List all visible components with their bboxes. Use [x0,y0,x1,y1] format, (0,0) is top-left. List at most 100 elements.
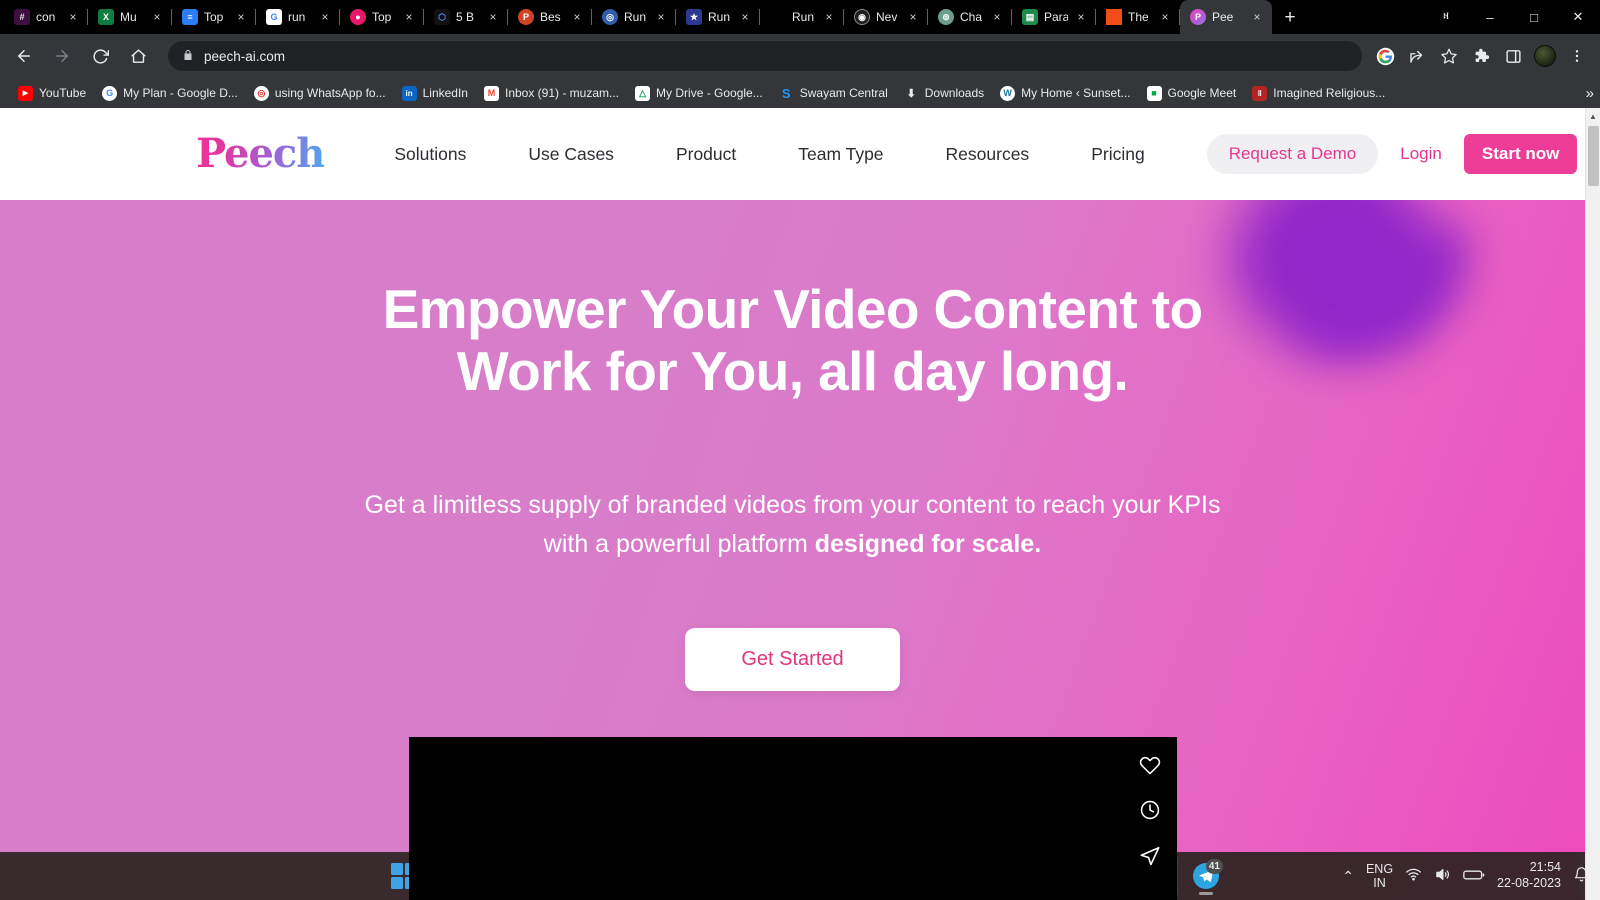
tab-search-icon[interactable]: ⱝ [1424,0,1468,34]
pink-gear-icon: ● [350,9,366,25]
nav-item-solutions[interactable]: Solutions [394,144,466,165]
nav-item-resources[interactable]: Resources [946,144,1030,165]
minimize-button[interactable]: – [1468,0,1512,34]
send-icon[interactable] [1139,845,1161,867]
scrollbar-thumb[interactable] [1588,126,1599,186]
forward-button[interactable] [46,40,78,72]
browser-toolbar: peech-ai.com [0,34,1600,78]
bookmark-label: My Drive - Google... [656,86,763,100]
google-icon: G [266,9,282,25]
share-icon[interactable] [1402,41,1432,71]
tab-title: 5 B [456,10,475,24]
close-window-button[interactable]: ✕ [1556,0,1600,34]
bookmark-label: Inbox (91) - muzam... [504,86,620,100]
tab-close-icon[interactable]: × [570,10,584,24]
openai-icon: ⊚ [938,9,954,25]
google-lens-icon[interactable] [1370,41,1400,71]
address-bar[interactable]: peech-ai.com [168,41,1362,71]
browser-tab[interactable]: ⬡ 5 B × [424,0,508,34]
browser-tab[interactable]: Run × [760,0,844,34]
hero-subheading: Get a limitless supply of branded videos… [353,486,1233,564]
browser-tab[interactable]: ◎ Run × [592,0,676,34]
bookmark-label: My Plan - Google D... [123,86,238,100]
browser-tab[interactable]: ◉ Nev × [844,0,928,34]
bookmark-item[interactable]: △ My Drive - Google... [627,83,771,104]
bookmark-label: YouTube [39,86,87,100]
bookmark-item[interactable]: ⬇ Downloads [896,83,992,104]
request-demo-button[interactable]: Request a Demo [1206,134,1379,174]
bookmark-item[interactable]: W My Home ‹ Sunset... [992,83,1138,104]
login-link[interactable]: Login [1400,144,1442,164]
bookmark-star-icon[interactable] [1434,41,1464,71]
tab-close-icon[interactable]: × [486,10,500,24]
browser-tab[interactable]: # con × [4,0,88,34]
browser-tab[interactable]: ● Top × [340,0,424,34]
gmail-icon: M [483,85,499,101]
tab-close-icon[interactable]: × [906,10,920,24]
browser-tab[interactable]: G run × [256,0,340,34]
back-button[interactable] [8,40,40,72]
reload-button[interactable] [84,40,116,72]
google-meet-icon: ■ [1146,85,1162,101]
tab-close-icon[interactable]: × [66,10,80,24]
nav-item-pricing[interactable]: Pricing [1091,144,1145,165]
bookmark-item[interactable]: ▶ YouTube [10,83,94,104]
bookmark-item[interactable]: ◎ using WhatsApp fo... [246,83,394,104]
chrome-menu-icon[interactable] [1562,41,1592,71]
tab-close-icon[interactable]: × [234,10,248,24]
tab-close-icon[interactable]: × [654,10,668,24]
browser-tab[interactable]: X Mu × [88,0,172,34]
browser-tab[interactable]: ⊚ Cha × [928,0,1012,34]
bookmark-item[interactable]: S Swayam Central [771,83,896,104]
tab-close-icon[interactable]: × [822,10,836,24]
browser-tab[interactable]: ★ Run × [676,0,760,34]
tab-title: Top [372,10,392,24]
peech-website: Peech Solutions Use Cases Product Team T… [0,108,1585,900]
bookmark-item[interactable]: ‖ Imagined Religious... [1244,83,1393,104]
peech-icon: P [1190,9,1206,25]
get-started-button[interactable]: Get Started [685,627,900,691]
browser-tab-active[interactable]: P Pee × [1180,0,1272,34]
bookmark-label: Downloads [924,86,985,100]
bookmark-item[interactable]: in LinkedIn [394,83,476,104]
peech-logo[interactable]: Peech [196,134,325,174]
scroll-up-arrow[interactable]: ▲ [1586,108,1600,125]
nav-item-use-cases[interactable]: Use Cases [528,144,614,165]
hero-cta-wrap: Get Started [0,627,1585,691]
bookmark-item[interactable]: M Inbox (91) - muzam... [476,83,627,104]
browser-tab[interactable]: ▤ Para × [1012,0,1096,34]
tab-title: Pee [1212,10,1234,24]
browser-tab[interactable]: The × [1096,0,1180,34]
browser-tab[interactable]: ≡ Top × [172,0,256,34]
clock-icon[interactable] [1139,799,1161,821]
hero-video-player[interactable] [408,736,1177,900]
start-now-button[interactable]: Start now [1463,134,1578,174]
tab-title: Bes [540,10,561,24]
bookmark-item[interactable]: ■ Google Meet [1139,83,1245,104]
bookmarks-overflow-icon[interactable]: » [1586,85,1594,102]
nav-item-team-type[interactable]: Team Type [798,144,883,165]
tab-close-icon[interactable]: × [318,10,332,24]
tab-title: The [1128,10,1149,24]
tab-close-icon[interactable]: × [402,10,416,24]
bookmark-label: using WhatsApp fo... [274,86,386,100]
page-scrollbar[interactable]: ▲ [1585,108,1600,900]
tab-close-icon[interactable]: × [1250,10,1264,24]
shield-icon: ★ [686,9,702,25]
tab-close-icon[interactable]: × [150,10,164,24]
profile-avatar[interactable] [1530,41,1560,71]
tab-close-icon[interactable]: × [1158,10,1172,24]
home-button[interactable] [122,40,154,72]
heart-icon[interactable] [1139,753,1161,775]
side-panel-icon[interactable] [1498,41,1528,71]
browser-tab[interactable]: P Bes × [508,0,592,34]
nav-item-product[interactable]: Product [676,144,736,165]
tab-close-icon[interactable]: × [990,10,1004,24]
maximize-button[interactable]: □ [1512,0,1556,34]
extensions-puzzle-icon[interactable] [1466,41,1496,71]
tab-close-icon[interactable]: × [1074,10,1088,24]
tab-close-icon[interactable]: × [738,10,752,24]
wordpress-icon: W [1000,85,1016,101]
new-tab-button[interactable]: + [1276,3,1304,31]
bookmark-item[interactable]: G My Plan - Google D... [94,83,246,104]
